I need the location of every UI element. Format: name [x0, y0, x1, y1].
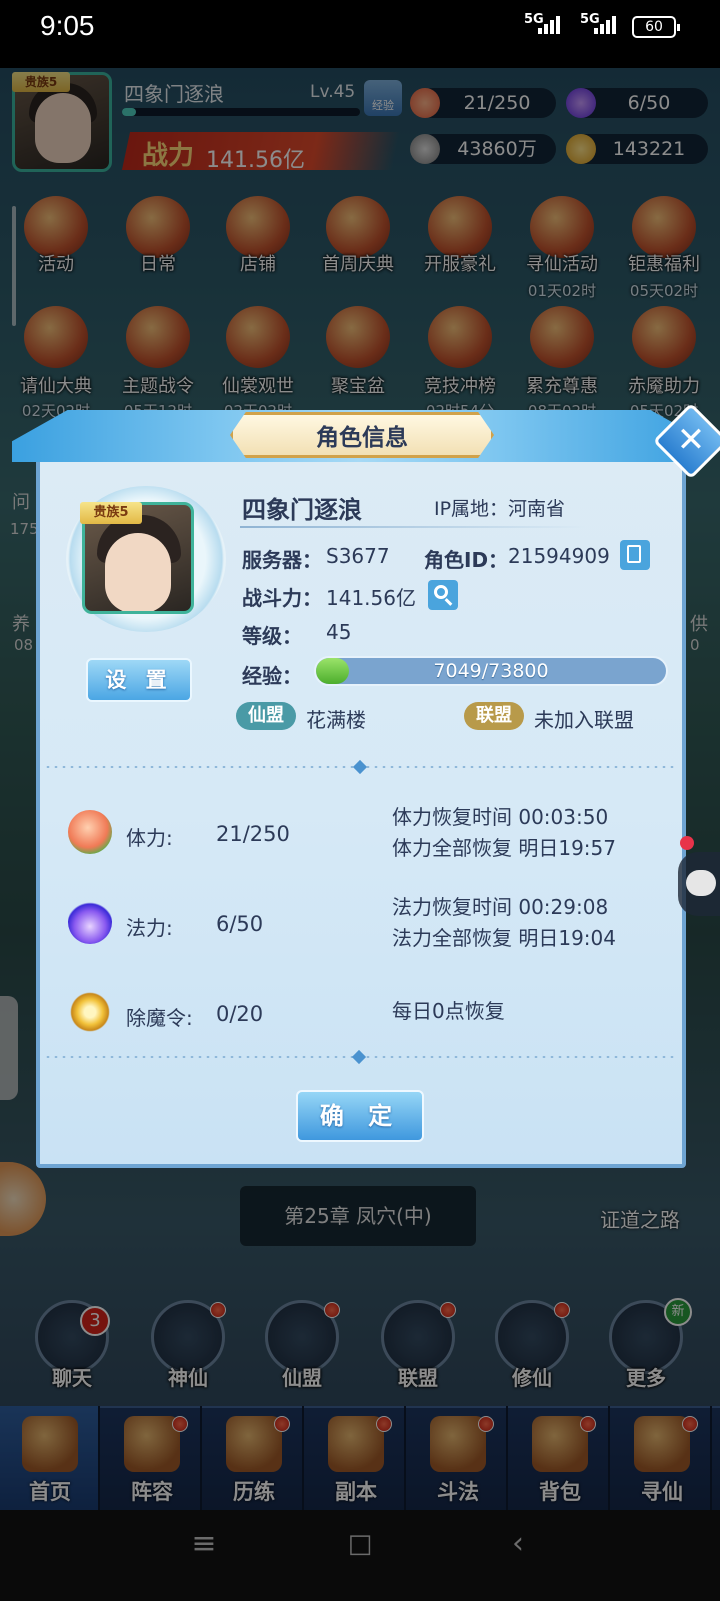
- server-value: S3677: [326, 544, 390, 568]
- combat-power-value: 141.56亿: [326, 586, 416, 610]
- mana-value: 6/50: [216, 912, 264, 936]
- notification-dot: [680, 836, 694, 850]
- dialog-player-name: 四象门逐浪: [242, 496, 362, 524]
- settings-button[interactable]: 设 置: [86, 658, 192, 702]
- ip-location: IP属地：河南省: [434, 498, 566, 520]
- role-id-value: 21594909: [508, 544, 610, 568]
- server-label: 服务器：: [242, 548, 322, 572]
- stamina-value: 21/250: [216, 822, 290, 846]
- dialog-avatar-face: [105, 533, 171, 611]
- chat-bubble-icon[interactable]: [678, 852, 720, 916]
- demon-token-label: 除魔令:: [126, 1006, 193, 1030]
- clock: 9:05: [40, 10, 95, 41]
- copy-icon[interactable]: [620, 540, 650, 570]
- demon-token-icon: [70, 992, 110, 1032]
- dialog-vip-badge: 贵族5: [80, 502, 142, 524]
- sect-name: 花满楼: [306, 708, 366, 732]
- role-id-label: 角色ID：: [424, 548, 509, 572]
- signal-bars-1-icon: [538, 14, 564, 34]
- home-icon[interactable]: □: [342, 1526, 378, 1562]
- exp-progress-bar: 7049/73800: [314, 656, 668, 686]
- level-label: 等级：: [242, 624, 302, 648]
- back-icon[interactable]: ‹: [500, 1526, 536, 1562]
- exp-progress-text: 7049/73800: [433, 660, 549, 682]
- status-bar: 9:05 5G 5G 60: [0, 0, 720, 68]
- sect-tag: 仙盟: [236, 702, 296, 730]
- menu-icon[interactable]: ≡: [186, 1526, 222, 1562]
- battery-icon: 60: [632, 16, 680, 38]
- alliance-tag: 联盟: [464, 702, 524, 730]
- signal-bars-2-icon: [594, 14, 620, 34]
- mana-recover-time: 法力恢复时间 00:29:08: [392, 895, 609, 919]
- name-underline: [240, 526, 586, 528]
- combat-power-label: 战斗力：: [242, 586, 322, 610]
- demon-token-reset: 每日0点恢复: [392, 999, 505, 1023]
- dialog-title: 角色信息: [316, 425, 408, 451]
- mana-label: 法力:: [126, 916, 173, 940]
- exp-label: 经验：: [242, 664, 302, 688]
- search-icon[interactable]: [428, 580, 458, 610]
- stamina-label: 体力:: [126, 826, 173, 850]
- alliance-name: 未加入联盟: [534, 708, 634, 732]
- mana-full-recover: 法力全部恢复 明日19:04: [392, 926, 616, 950]
- confirm-button[interactable]: 确 定: [296, 1090, 424, 1142]
- stamina-recover-time: 体力恢复时间 00:03:50: [392, 805, 609, 829]
- mana-flame-icon: [68, 900, 112, 944]
- peach-icon: [68, 810, 112, 854]
- stamina-full-recover: 体力全部恢复 明日19:57: [392, 836, 616, 860]
- close-icon[interactable]: ✕: [668, 417, 714, 463]
- demon-token-value: 0/20: [216, 1002, 264, 1026]
- level-value: 45: [326, 620, 352, 644]
